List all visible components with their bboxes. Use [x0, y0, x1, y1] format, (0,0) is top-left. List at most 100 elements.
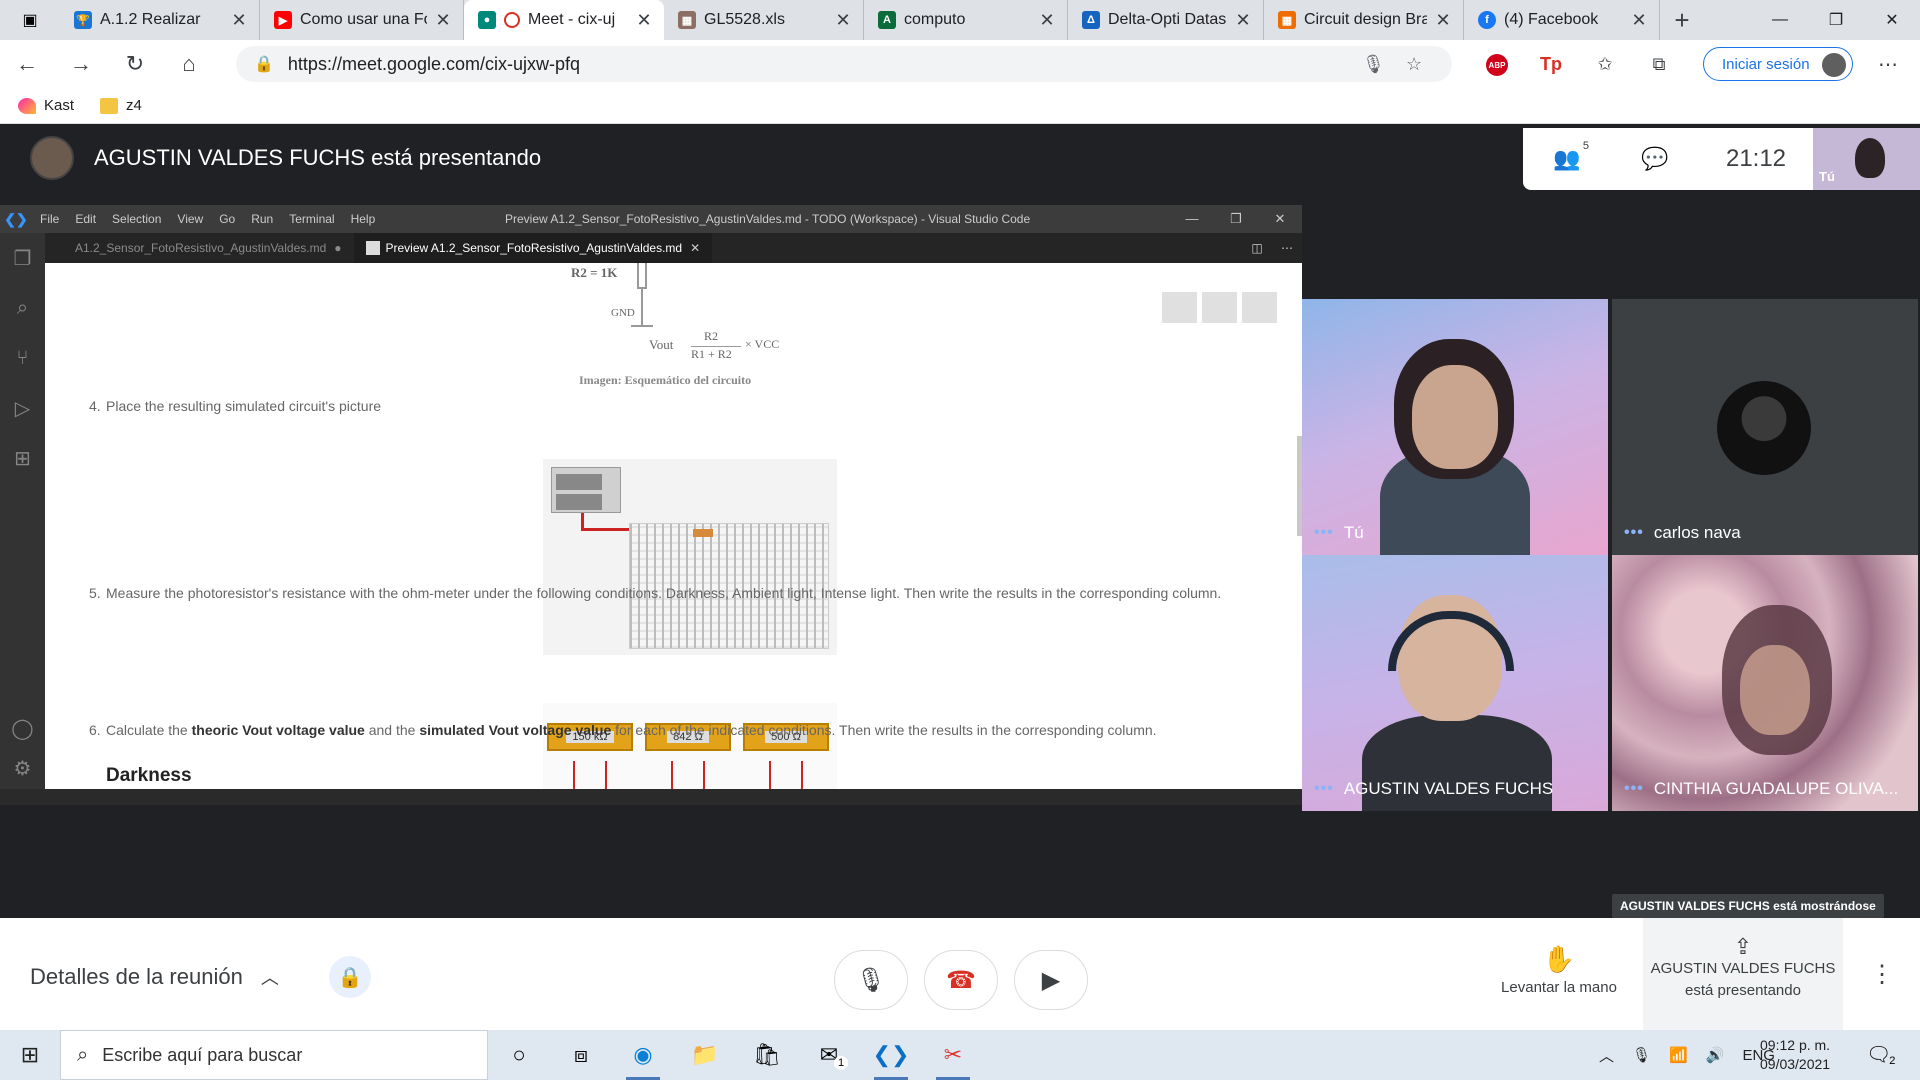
- preview-button: [1162, 292, 1197, 323]
- explorer-icon: ❐: [13, 247, 32, 270]
- bookmark-folder-z4[interactable]: z4: [100, 97, 142, 114]
- browser-tab[interactable]: ▦ GL5528.xls ✕: [664, 0, 864, 40]
- adblock-icon[interactable]: ABP: [1470, 52, 1524, 77]
- security-shield-icon[interactable]: 🔒: [329, 956, 371, 998]
- bookmarks-bar: Kast z4: [0, 88, 1920, 124]
- tab-title: (4) Facebook: [1504, 11, 1599, 28]
- taskbar-search[interactable]: ⌕ Escribe aquí para buscar: [60, 1030, 488, 1080]
- vscode-menu-view: View: [177, 212, 204, 226]
- browser-tab-active[interactable]: ● Meet - cix-uj ✕: [464, 0, 664, 40]
- more-menu-icon[interactable]: ⋯: [1868, 40, 1908, 88]
- reload-icon[interactable]: ↻: [108, 40, 162, 88]
- microphone-button[interactable]: 🎙: [834, 950, 908, 1010]
- network-icon[interactable]: 📶: [1669, 1046, 1688, 1064]
- store-icon[interactable]: 🛍: [736, 1030, 798, 1080]
- close-window-icon[interactable]: ✕: [1864, 0, 1920, 40]
- tab-title: Delta-Opti Datas: [1108, 11, 1227, 28]
- favorites-icon[interactable]: ✩: [1578, 54, 1632, 75]
- schematic-gnd-label: GND: [611, 307, 635, 319]
- item6-bold: theoric Vout voltage value: [191, 722, 365, 738]
- mic-permission-icon[interactable]: 🎙: [1362, 54, 1385, 75]
- meet-icon: ●: [478, 11, 496, 29]
- delta-icon: Δ: [1082, 11, 1100, 29]
- forward-icon[interactable]: →: [54, 40, 108, 88]
- item6-text: and the: [364, 722, 420, 738]
- folder-icon: [100, 97, 119, 114]
- more-options-icon[interactable]: •••: [1624, 524, 1644, 542]
- chevron-up-icon[interactable]: ︿: [1599, 1045, 1614, 1066]
- minimize-icon[interactable]: —: [1752, 0, 1808, 40]
- vscode-icon[interactable]: ❮❯: [860, 1030, 922, 1080]
- signin-button[interactable]: Iniciar sesión: [1703, 47, 1853, 81]
- camera-button[interactable]: ▶: [1014, 950, 1088, 1010]
- home-icon[interactable]: ⌂: [162, 40, 216, 88]
- collections-icon[interactable]: ⧉: [1632, 54, 1686, 75]
- microphone-tray-icon[interactable]: 🎙: [1632, 1046, 1651, 1064]
- close-icon[interactable]: ✕: [433, 10, 453, 31]
- end-call-button[interactable]: ☎: [924, 950, 998, 1010]
- close-icon[interactable]: ✕: [229, 10, 249, 31]
- participant-tile-cinthia[interactable]: ••• CINTHIA GUADALUPE OLIVA...: [1612, 555, 1918, 811]
- windows-start-icon[interactable]: ⊞: [0, 1030, 60, 1080]
- meter-probe: [769, 761, 803, 789]
- presenting-button[interactable]: ⇪ AGUSTIN VALDES FUCHS está presentando: [1643, 918, 1843, 1030]
- notifications-icon[interactable]: 🗨 2: [1866, 1042, 1895, 1067]
- item6-text: Calculate the: [106, 722, 192, 738]
- self-thumbnail[interactable]: Tú: [1813, 128, 1920, 190]
- mail-icon[interactable]: ✉ 1: [798, 1030, 860, 1080]
- close-icon[interactable]: ✕: [1433, 10, 1453, 31]
- windows-taskbar: ⊞ ⌕ Escribe aquí para buscar ○ ⧈ ◉ 📁 🛍 ✉…: [0, 1030, 1920, 1080]
- participant-tile-carlos[interactable]: ••• carlos nava: [1612, 299, 1918, 555]
- task-view-icon[interactable]: ⧈: [550, 1030, 612, 1080]
- favorite-star-icon[interactable]: ☆: [1406, 54, 1422, 75]
- browser-tab[interactable]: ▦ Circuit design Bra ✕: [1264, 0, 1464, 40]
- lock-icon[interactable]: 🔒: [254, 54, 274, 74]
- more-options-icon[interactable]: •••: [1624, 780, 1644, 798]
- browser-tab[interactable]: Δ Delta-Opti Datas ✕: [1068, 0, 1264, 40]
- more-options-icon[interactable]: •••: [1314, 780, 1334, 798]
- restore-icon[interactable]: ❐: [1808, 0, 1864, 40]
- taskbar-clock[interactable]: 09:12 p. m. 09/03/2021: [1760, 1036, 1830, 1074]
- close-icon[interactable]: ✕: [1037, 10, 1057, 31]
- close-icon[interactable]: ✕: [1629, 10, 1649, 31]
- participant-tile-self[interactable]: ••• Tú: [1302, 299, 1608, 555]
- raise-hand-button[interactable]: ✋ Levantar la mano: [1486, 944, 1632, 996]
- edge-icon[interactable]: ◉: [612, 1030, 674, 1080]
- participants-button[interactable]: 👥 5: [1523, 140, 1611, 172]
- more-options-kebab-icon[interactable]: ⋮: [1870, 960, 1894, 989]
- back-icon[interactable]: ←: [0, 40, 54, 88]
- bookmark-kast[interactable]: Kast: [18, 97, 74, 114]
- vscode-tab-preview: Preview A1.2_Sensor_FotoResistivo_Agusti…: [353, 233, 713, 263]
- item6-bold: simulated Vout voltage value: [419, 722, 612, 738]
- vscode-menu-selection: Selection: [112, 212, 162, 226]
- close-icon[interactable]: ✕: [833, 10, 853, 31]
- tab-actions-icon[interactable]: ▣: [0, 0, 60, 40]
- settings-gear-icon: ⚙: [13, 757, 32, 780]
- run-debug-icon: ▷: [14, 397, 31, 420]
- power-supply: [551, 467, 621, 513]
- list-item-5: Measure the photoresistor's resistance w…: [106, 585, 1222, 601]
- chat-icon[interactable]: 💬: [1611, 146, 1699, 172]
- browser-tab[interactable]: 🏆 A.1.2 Realizar ✕: [60, 0, 260, 40]
- volume-icon[interactable]: 🔊: [1706, 1046, 1725, 1064]
- url-text[interactable]: https://meet.google.com/cix-ujxw-pfq: [288, 54, 580, 75]
- participant-tile-agustin[interactable]: ••• AGUSTIN VALDES FUCHS: [1302, 555, 1608, 811]
- taskbar-search-placeholder: Escribe aquí para buscar: [102, 1044, 303, 1065]
- snipping-tool-icon[interactable]: ✂: [922, 1030, 984, 1080]
- mail-badge: 1: [834, 1056, 848, 1070]
- meter-probe: [671, 761, 705, 789]
- address-bar[interactable]: 🔒 https://meet.google.com/cix-ujxw-pfq 🎙…: [236, 46, 1452, 82]
- new-tab-button[interactable]: +: [1660, 0, 1704, 40]
- tp-extension-icon[interactable]: Tp: [1524, 54, 1578, 75]
- browser-tab[interactable]: A computo ✕: [864, 0, 1068, 40]
- close-icon[interactable]: ✕: [1233, 10, 1253, 31]
- browser-tab[interactable]: f (4) Facebook ✕: [1464, 0, 1660, 40]
- bookmark-label: z4: [126, 97, 142, 114]
- browser-tab[interactable]: ▶ Como usar una Fo ✕: [260, 0, 464, 40]
- meeting-details-button[interactable]: Detalles de la reunión ︿: [30, 964, 279, 990]
- more-options-icon[interactable]: •••: [1314, 524, 1334, 542]
- cortana-icon[interactable]: ○: [488, 1030, 550, 1080]
- file-explorer-icon[interactable]: 📁: [674, 1030, 736, 1080]
- vscode-window-title: Preview A1.2_Sensor_FotoResistivo_Agusti…: [505, 212, 1031, 226]
- close-icon[interactable]: ✕: [634, 10, 654, 31]
